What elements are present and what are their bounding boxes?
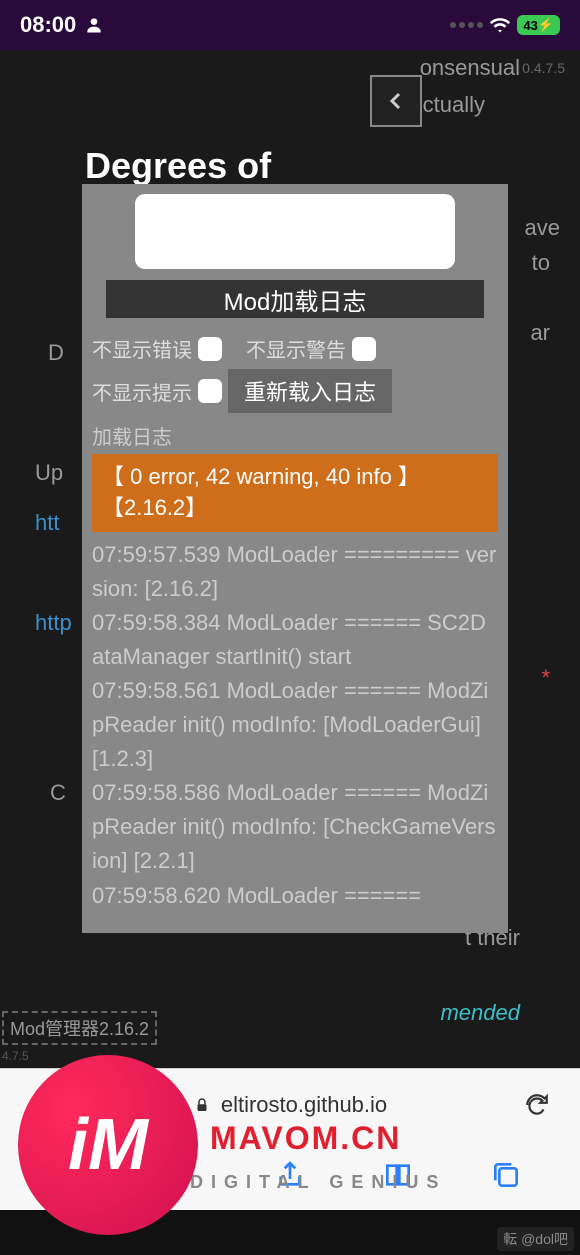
status-bar: 08:00 43⚡ bbox=[0, 0, 580, 50]
hide-warnings-checkbox[interactable] bbox=[352, 337, 376, 361]
wifi-icon bbox=[489, 14, 511, 36]
mod-manager-button[interactable]: Mod管理器2.16.2 bbox=[2, 1011, 157, 1045]
person-icon bbox=[84, 15, 104, 35]
hide-errors-label: 不显示错误 bbox=[92, 334, 192, 363]
mod-log-header-button[interactable]: Mod加载日志 bbox=[105, 279, 485, 319]
link-fragment-2[interactable]: http bbox=[35, 610, 72, 636]
modal-textarea[interactable] bbox=[135, 194, 455, 269]
corner-attribution: 転 @dol吧 bbox=[497, 1227, 574, 1251]
chevron-left-icon bbox=[384, 89, 408, 113]
status-time: 08:00 bbox=[20, 12, 76, 38]
hide-hints-checkbox[interactable] bbox=[198, 379, 222, 403]
battery-indicator: 43⚡ bbox=[517, 15, 560, 35]
reload-icon[interactable] bbox=[524, 1092, 550, 1118]
page-title: Degrees of bbox=[85, 145, 565, 187]
log-section-label: 加载日志 bbox=[92, 421, 498, 450]
watermark-brand: MAVOM.CN bbox=[210, 1120, 401, 1157]
mod-manager-version: 4.7.5 bbox=[2, 1049, 29, 1063]
hide-warnings-label: 不显示警告 bbox=[246, 334, 346, 363]
game-version: 0.4.7.5 bbox=[522, 60, 565, 76]
signal-dots bbox=[450, 22, 483, 28]
watermark-logo: iM bbox=[18, 1055, 198, 1235]
back-button[interactable] bbox=[370, 75, 422, 127]
hide-hints-label: 不显示提示 bbox=[92, 377, 192, 406]
hide-errors-checkbox[interactable] bbox=[198, 337, 222, 361]
url-text: eltirosto.github.io bbox=[221, 1092, 387, 1118]
link-fragment-1[interactable]: htt bbox=[35, 510, 59, 536]
tabs-icon[interactable] bbox=[490, 1159, 522, 1191]
log-content: 07:59:57.539 ModLoader ========= version… bbox=[92, 538, 498, 913]
watermark-tagline: DIGITAL GENIUS bbox=[190, 1172, 446, 1193]
mod-log-modal: Mod加载日志 不显示错误 不显示警告 不显示提示 重新载入日志 加载日志 【 … bbox=[82, 184, 508, 933]
reload-log-button[interactable]: 重新载入日志 bbox=[228, 369, 392, 413]
lock-icon bbox=[193, 1096, 211, 1114]
log-summary: 【 0 error, 42 warning, 40 info 】【2.16.2】 bbox=[92, 454, 498, 532]
